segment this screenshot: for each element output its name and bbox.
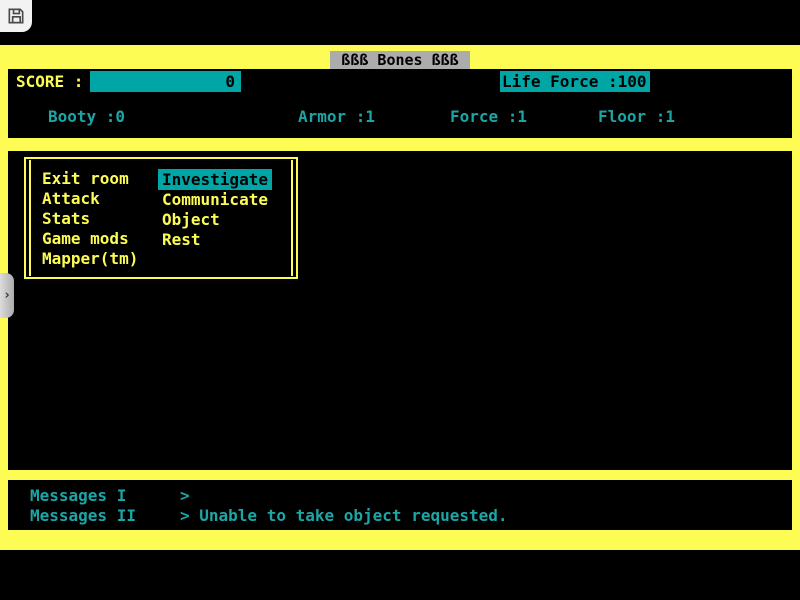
menu-item-mapper[interactable]: Mapper(tm) bbox=[42, 249, 138, 269]
score-label: SCORE : bbox=[16, 72, 83, 92]
messages-panel: Messages I > Messages II > Unable to tak… bbox=[8, 480, 792, 530]
stat-floor: Floor :1 bbox=[598, 107, 675, 127]
messages-2-content: > Unable to take object requested. bbox=[180, 506, 508, 526]
menu-item-attack[interactable]: Attack bbox=[42, 189, 138, 209]
game-screen-frame: ßßß Bones ßßß SCORE : 0 Life Force :100 … bbox=[0, 45, 800, 550]
action-menu: Exit room Attack Stats Game mods Mapper(… bbox=[24, 157, 298, 279]
stat-force: Force :1 bbox=[450, 107, 527, 127]
dos-game-screen: { "icons": { "save": "floppy-disk-icon",… bbox=[0, 0, 800, 600]
stat-booty: Booty :0 bbox=[48, 107, 125, 127]
menu-item-stats[interactable]: Stats bbox=[42, 209, 138, 229]
action-menu-left-column: Exit room Attack Stats Game mods Mapper(… bbox=[42, 169, 138, 269]
menu-item-exit-room[interactable]: Exit room bbox=[42, 169, 138, 189]
life-force-bar: Life Force :100 bbox=[500, 71, 650, 92]
messages-1-label: Messages I bbox=[30, 486, 126, 506]
drawer-toggle-tab[interactable]: › bbox=[0, 273, 14, 318]
status-panel: SCORE : 0 Life Force :100 Booty :0 Armor… bbox=[8, 69, 792, 138]
menu-item-investigate[interactable]: Investigate bbox=[158, 169, 272, 189]
action-menu-right-column: Investigate Communicate Object Rest bbox=[158, 169, 272, 249]
stat-armor: Armor :1 bbox=[298, 107, 375, 127]
menu-item-rest[interactable]: Rest bbox=[158, 229, 272, 249]
save-button[interactable] bbox=[0, 0, 32, 32]
game-title: ßßß Bones ßßß bbox=[330, 51, 470, 69]
chevron-right-icon: › bbox=[3, 288, 11, 303]
menu-item-game-mods[interactable]: Game mods bbox=[42, 229, 138, 249]
score-value-bar: 0 bbox=[90, 71, 241, 92]
menu-item-communicate[interactable]: Communicate bbox=[158, 189, 272, 209]
main-viewport: Exit room Attack Stats Game mods Mapper(… bbox=[8, 151, 792, 470]
floppy-disk-icon bbox=[6, 6, 26, 26]
messages-1-content: > bbox=[180, 486, 190, 506]
menu-item-object[interactable]: Object bbox=[158, 209, 272, 229]
messages-2-label: Messages II bbox=[30, 506, 136, 526]
